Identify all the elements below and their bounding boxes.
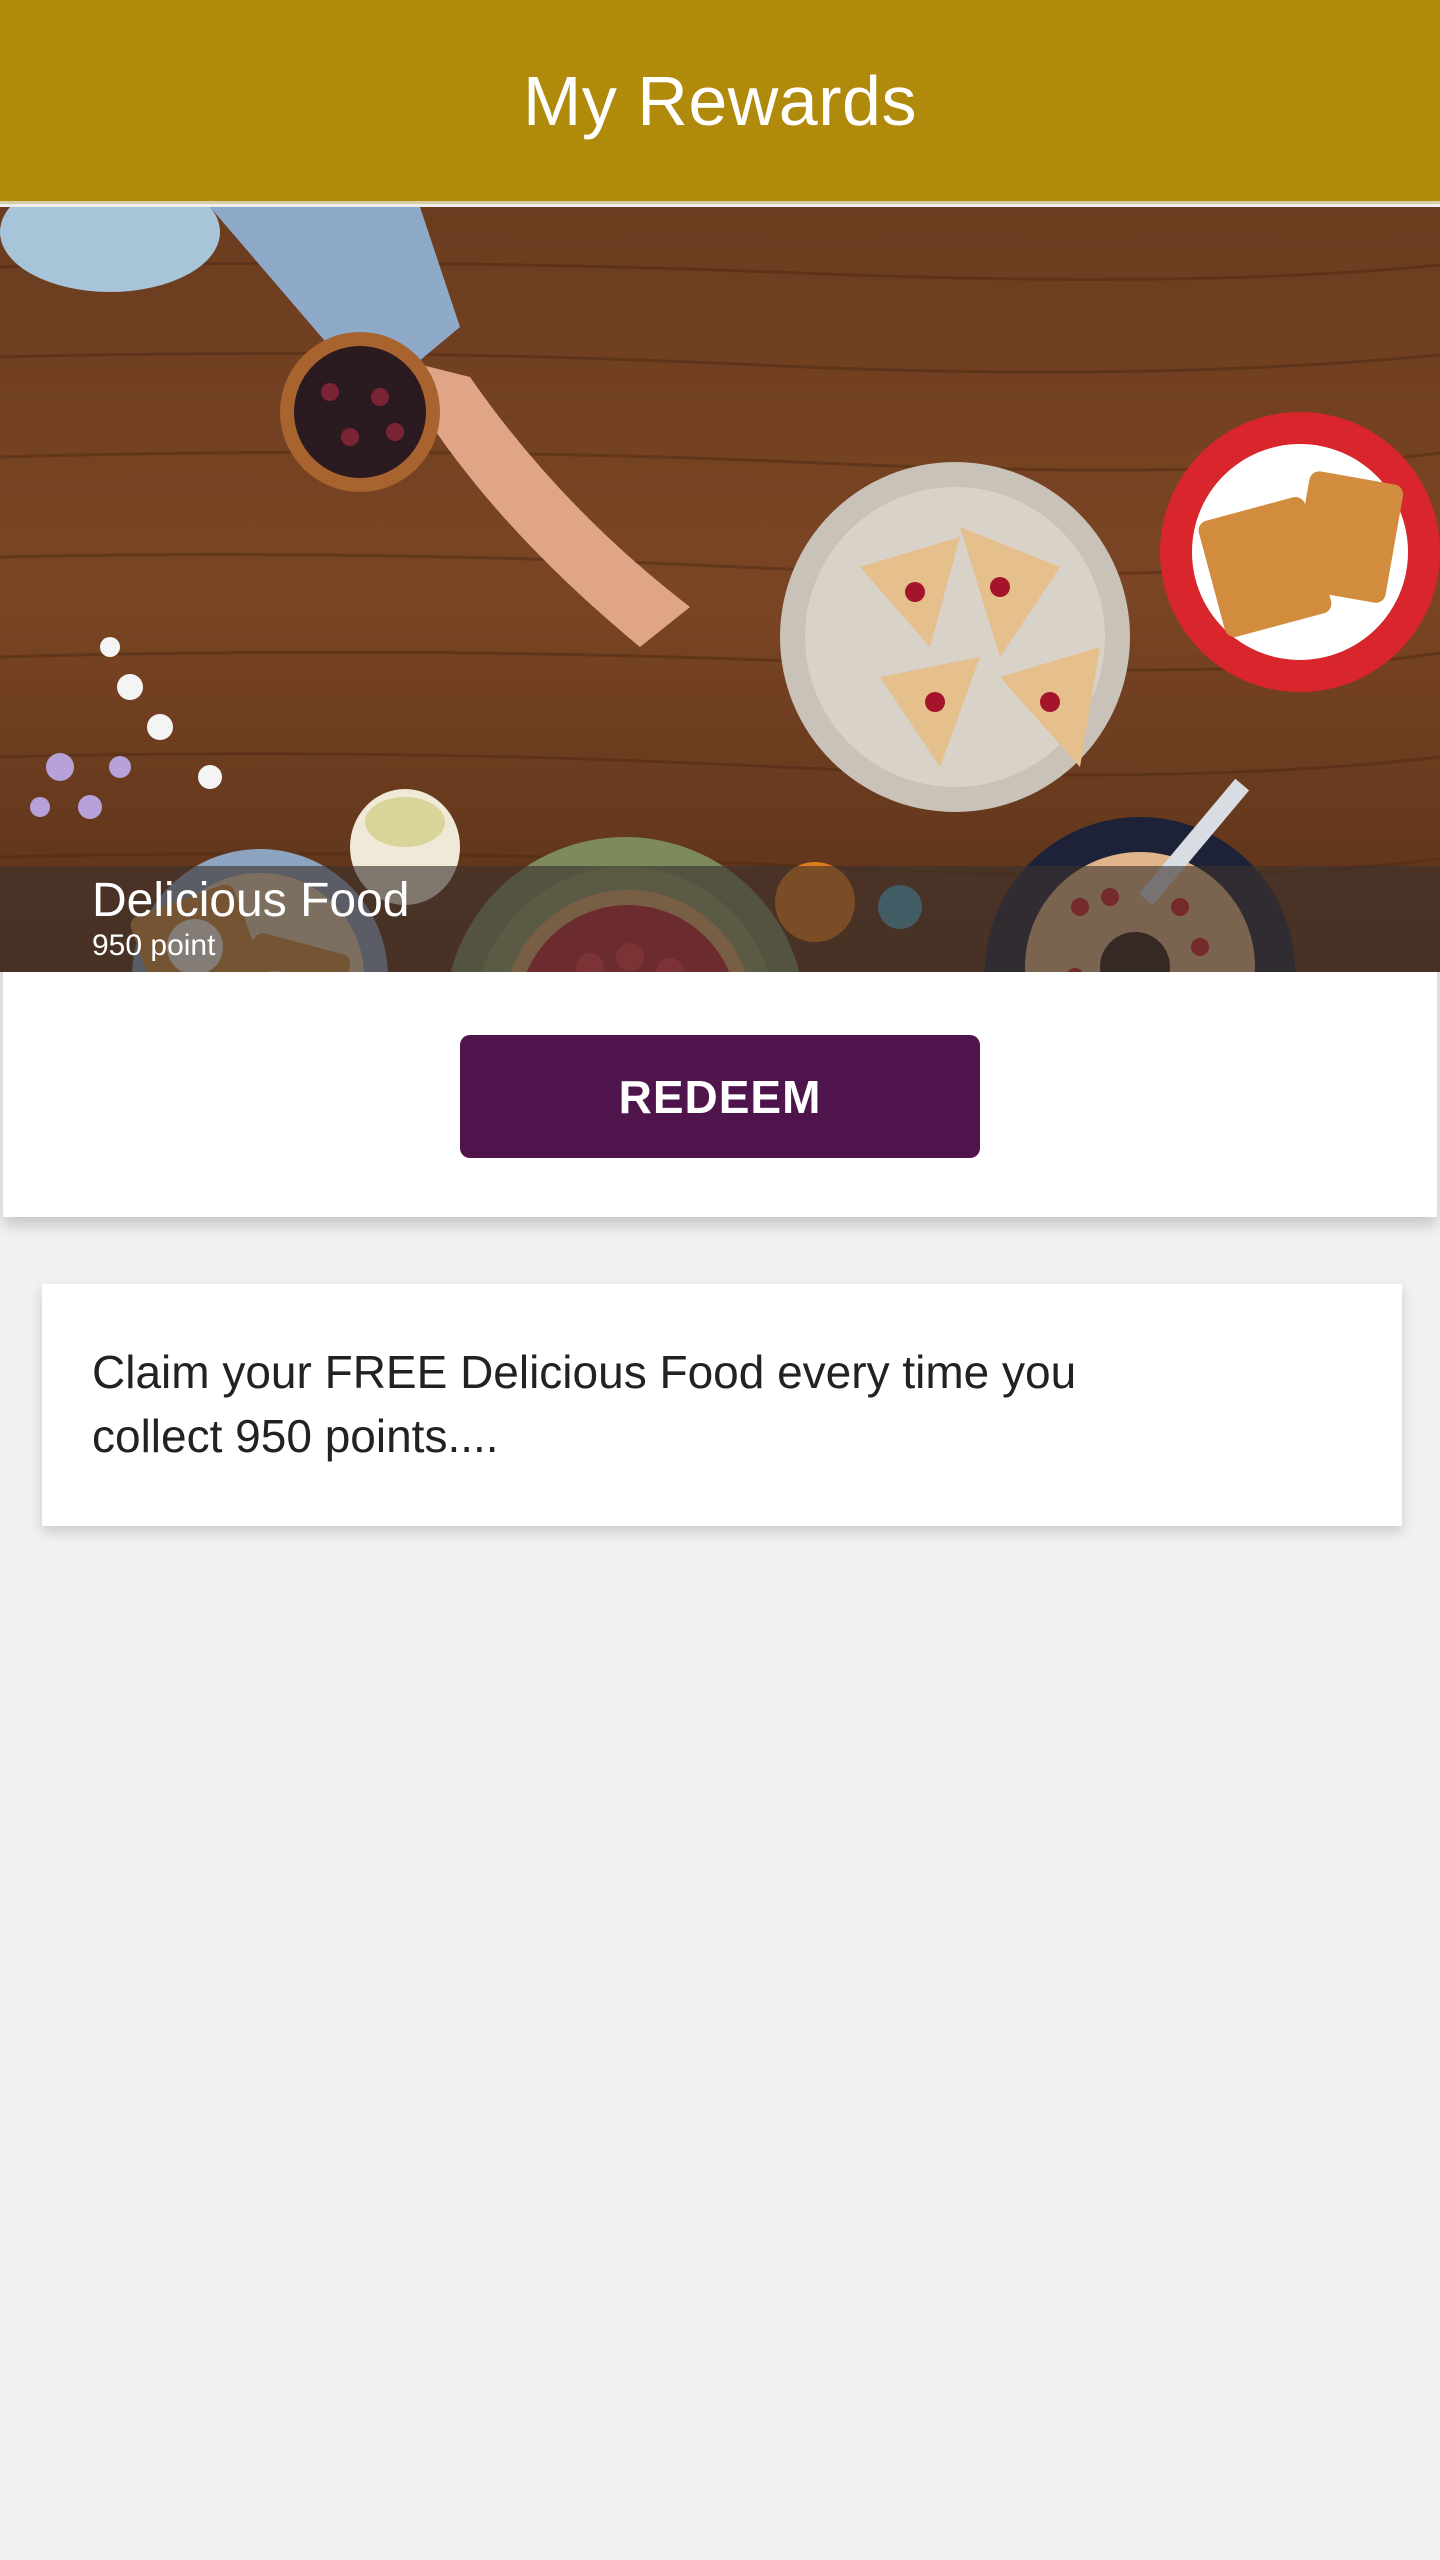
reward-description: Claim your FREE Delicious Food every tim… — [92, 1346, 1077, 1462]
app-bar: My Rewards — [0, 0, 1440, 204]
reward-name: Delicious Food — [92, 874, 410, 927]
reward-caption: Delicious Food 950 point — [0, 866, 1440, 972]
reward-card: Delicious Food 950 point REDEEM — [0, 207, 1440, 1217]
page-title: My Rewards — [523, 61, 917, 140]
food-table-illustration — [0, 207, 1440, 972]
reward-points: 950 point — [92, 929, 216, 962]
redeem-button[interactable]: REDEEM — [460, 1035, 980, 1158]
reward-image[interactable]: Delicious Food 950 point — [0, 207, 1440, 972]
reward-description-card: Claim your FREE Delicious Food every tim… — [42, 1284, 1402, 1526]
